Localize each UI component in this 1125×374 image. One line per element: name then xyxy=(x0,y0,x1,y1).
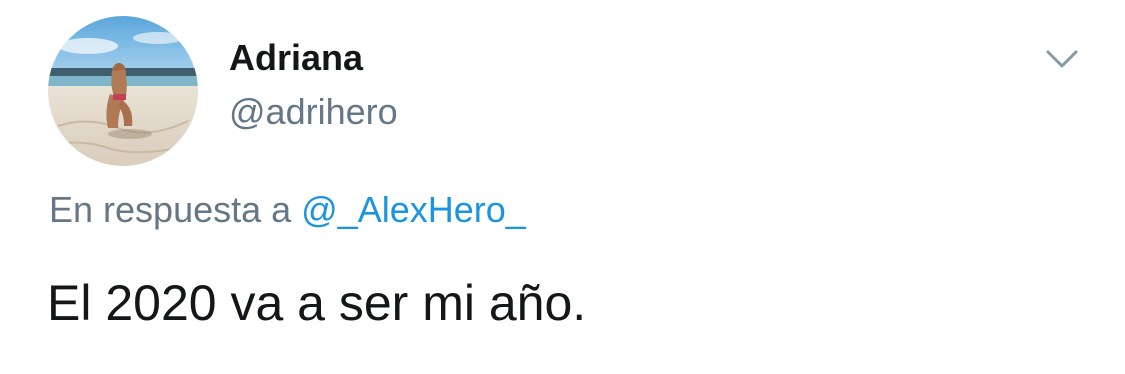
avatar-photo xyxy=(48,16,198,166)
tweet-menu-button[interactable] xyxy=(1040,40,1084,80)
reply-prefix: En respuesta a xyxy=(49,189,292,230)
chevron-down-icon xyxy=(1046,50,1078,68)
avatar[interactable] xyxy=(48,16,198,166)
reply-mention-link[interactable]: @_AlexHero_ xyxy=(301,189,526,230)
tweet-text: El 2020 va a ser mi año. xyxy=(47,275,587,331)
reply-context: En respuesta a @_AlexHero_ xyxy=(49,187,526,233)
author-handle[interactable]: @adrihero xyxy=(229,90,398,134)
author-display-name[interactable]: Adriana xyxy=(229,36,363,80)
